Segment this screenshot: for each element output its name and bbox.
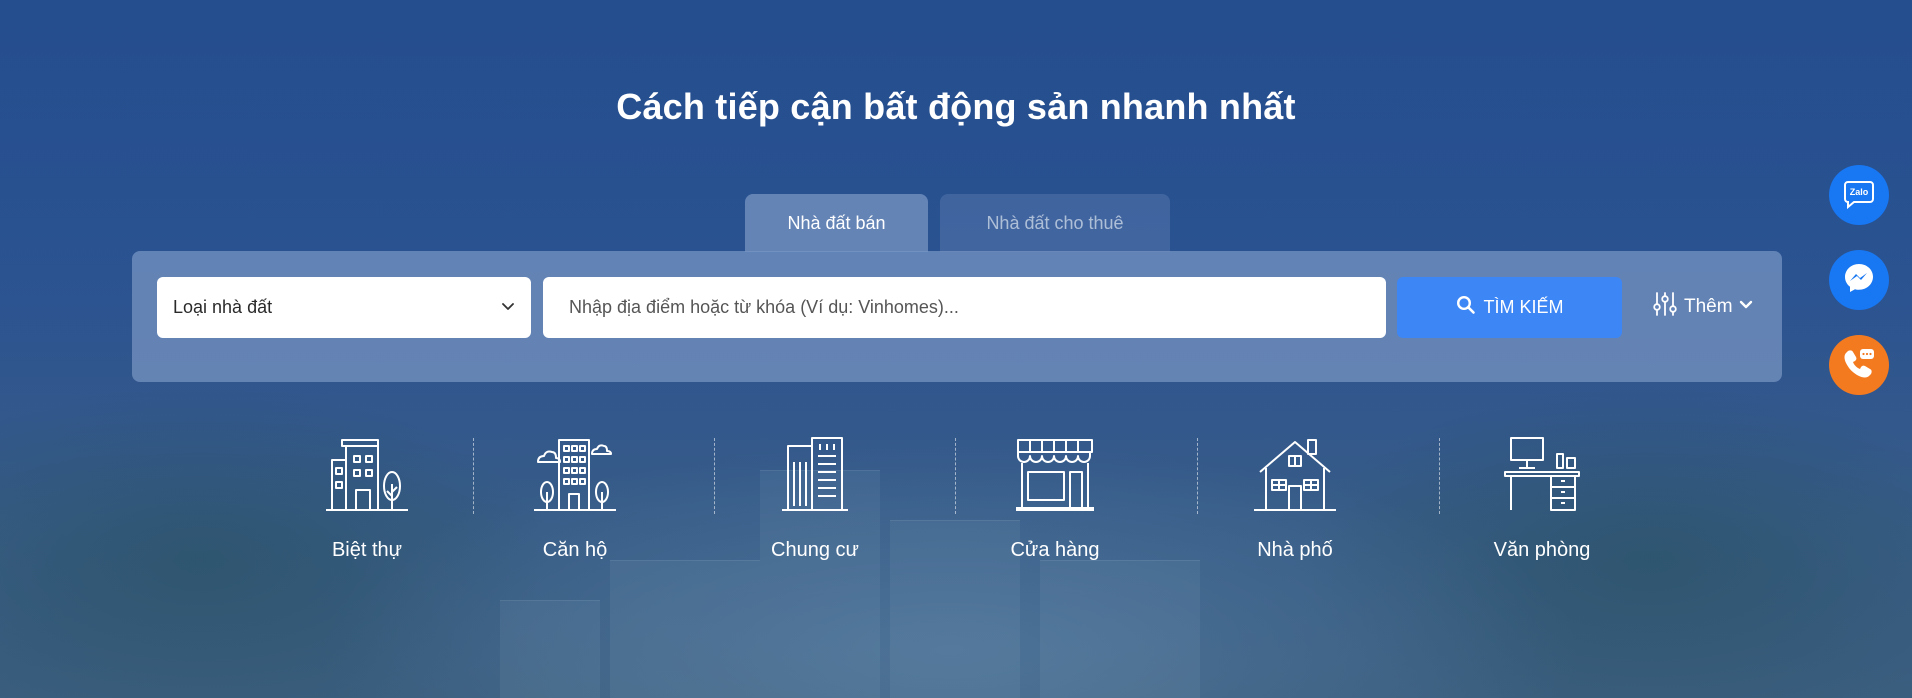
category-office[interactable]: Văn phòng [1442, 436, 1642, 566]
townhouse-icon [1252, 436, 1338, 517]
call-button[interactable] [1829, 335, 1889, 395]
property-type-select[interactable]: Loại nhà đất [157, 277, 531, 338]
zalo-icon: Zalo [1842, 176, 1876, 215]
condominium-icon [772, 436, 858, 517]
category-villa[interactable]: Biệt thự [267, 436, 467, 566]
category-label: Căn hộ [542, 539, 608, 561]
page-title: Cách tiếp cận bất động sản nhanh nhất [616, 86, 1296, 127]
listing-tabs: Nhà đất bán Nhà đất cho thuê [745, 194, 1170, 252]
search-icon [1456, 295, 1476, 320]
tab-rent[interactable]: Nhà đất cho thuê [940, 194, 1170, 252]
category-label: Nhà phố [1257, 539, 1333, 561]
category-divider [1439, 438, 1440, 514]
more-filters-button[interactable]: Thêm [1651, 291, 1754, 323]
office-icon [1499, 436, 1585, 517]
category-shop[interactable]: Cửa hàng [955, 436, 1155, 566]
phone-icon [1841, 345, 1877, 386]
category-label: Cửa hàng [1010, 539, 1100, 561]
shop-icon [1012, 436, 1098, 517]
more-filters-label: Thêm [1684, 296, 1733, 317]
property-categories: Biệt thự Căn hộ Chung cư Cửa hàng Nhà ph… [267, 436, 1590, 566]
chevron-down-icon [1738, 296, 1754, 318]
category-divider [473, 438, 474, 514]
villa-icon [324, 436, 410, 517]
property-type-value: Loại nhà đất [173, 297, 273, 317]
category-label: Văn phòng [1493, 539, 1591, 561]
apartment-icon [532, 436, 618, 517]
zalo-button[interactable]: Zalo [1829, 165, 1889, 225]
category-label: Chung cư [771, 539, 859, 561]
category-apartment[interactable]: Căn hộ [475, 436, 675, 566]
messenger-button[interactable] [1829, 250, 1889, 310]
chevron-down-icon [501, 297, 515, 318]
category-townhouse[interactable]: Nhà phố [1195, 436, 1395, 566]
category-condominium[interactable]: Chung cư [715, 436, 915, 566]
search-button-label: TÌM KIẾM [1483, 297, 1564, 317]
zalo-logo-text: Zalo [1850, 187, 1869, 197]
search-input[interactable] [543, 277, 1386, 338]
tab-sale[interactable]: Nhà đất bán [745, 194, 928, 252]
messenger-icon [1842, 261, 1876, 300]
category-label: Biệt thự [331, 539, 403, 561]
filter-sliders-icon [1651, 290, 1679, 324]
search-button[interactable]: TÌM KIẾM [1397, 277, 1622, 338]
